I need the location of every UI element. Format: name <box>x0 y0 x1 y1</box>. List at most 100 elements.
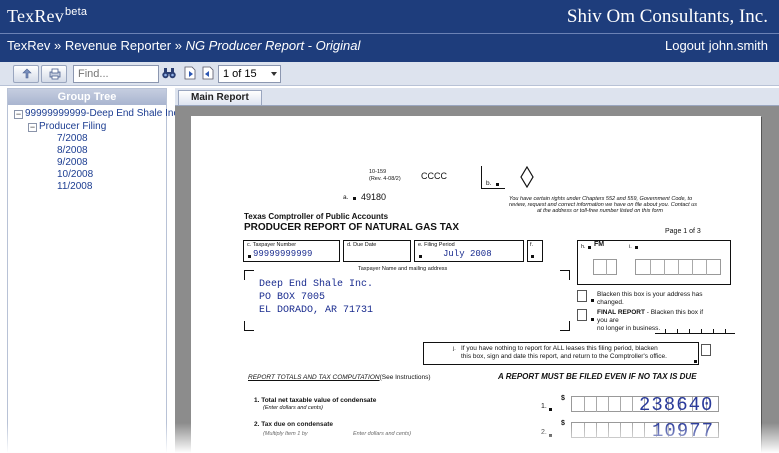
marker <box>549 408 552 411</box>
tree-root-node[interactable]: −99999999999-Deep End Shale Inc. <box>14 108 181 119</box>
chevron-down-icon <box>271 72 277 76</box>
must-file-notice: A REPORT MUST BE FILED EVEN IF NO TAX IS… <box>498 372 697 381</box>
marker <box>694 360 697 363</box>
binoculars-icon <box>162 68 176 79</box>
tick <box>713 329 714 333</box>
page-select[interactable]: 1 of 15 <box>218 65 281 83</box>
field-b-label: b. <box>486 180 492 187</box>
tick <box>665 329 666 333</box>
tree-period-item[interactable]: 7/2008 <box>57 133 88 144</box>
tree-child-label[interactable]: Producer Filing <box>39 121 106 132</box>
tree-period-item[interactable]: 10/2008 <box>57 169 93 180</box>
line-2-number: 2. <box>541 429 547 436</box>
final-report-text-1: - Blacken this box if <box>644 309 704 316</box>
line-1-value: 238640 <box>639 394 714 416</box>
find-button[interactable] <box>161 65 179 83</box>
form-number: 10-159 <box>369 169 387 175</box>
header-bar: TexRevbeta Shiv Om Consultants, Inc. Tex… <box>0 0 779 62</box>
address-line-2: EL DORADO, AR 71731 <box>259 305 374 316</box>
corner-mark <box>244 321 245 331</box>
report-viewer: 10-159 (Rev. 4-08/2) CCCC a. 49180 b. Yo… <box>175 105 779 453</box>
corner-mark <box>244 270 254 271</box>
section-heading-text: REPORT TOTALS AND TAX COMPUTATION <box>248 374 380 381</box>
diamond-icon <box>520 166 534 188</box>
line-2-label: 2. Tax due on condensate <box>254 421 333 428</box>
collapse-icon[interactable]: − <box>14 110 23 119</box>
tick <box>725 329 726 333</box>
agency-name: Texas Comptroller of Public Accounts <box>244 212 389 221</box>
field-i-digit-cells <box>635 259 721 275</box>
page-select-value: 1 of 15 <box>223 68 257 80</box>
tree-root-label[interactable]: 99999999999-Deep End Shale Inc. <box>25 108 181 119</box>
filing-period-label: e. Filing Period <box>418 242 455 248</box>
collapse-icon[interactable]: − <box>28 123 37 132</box>
form-revision: (Rev. 4-08/2) <box>369 176 401 182</box>
address-changed-checkbox[interactable] <box>577 290 587 302</box>
company-name: Shiv Om Consultants, Inc. <box>566 6 768 27</box>
line-2-sub-b: Enter dollars and cents) <box>353 431 412 437</box>
marker <box>635 246 638 249</box>
corner-mark <box>244 330 254 331</box>
line-1-number: 1. <box>541 403 547 410</box>
due-date-label: d. Due Date <box>347 242 377 248</box>
group-tree-title: Group Tree <box>8 89 166 105</box>
field-h-label: h. <box>581 244 586 250</box>
first-page-button[interactable] <box>182 65 200 83</box>
fm-digit-cells <box>593 259 617 275</box>
next-page-button[interactable] <box>200 65 218 83</box>
report-page: 10-159 (Rev. 4-08/2) CCCC a. 49180 b. Yo… <box>191 116 761 453</box>
field-a-label: a. <box>343 194 349 201</box>
marker <box>419 255 422 258</box>
breadcrumb-revenue-reporter[interactable]: Revenue Reporter <box>65 38 171 53</box>
fm-label: FM <box>594 241 605 248</box>
taxpayer-number-label: c. Taxpayer Number <box>247 242 297 248</box>
filing-period-value: July 2008 <box>443 249 492 259</box>
line-1-sub: (Enter dollars and cents) <box>263 405 323 411</box>
user-box: Logout john.smith <box>661 38 768 53</box>
field-i-label: i. <box>629 244 632 250</box>
logout-link[interactable]: Logout <box>665 38 705 53</box>
rights-line-3: at the address or toll-free number liste… <box>537 208 663 214</box>
first-page-icon <box>184 66 196 80</box>
app-logo: TexRevbeta <box>7 6 87 27</box>
page-of: Page 1 of 3 <box>665 228 701 235</box>
nothing-to-report-text-1: If you have nothing to report for ALL le… <box>461 345 658 352</box>
field-b-bracket <box>481 166 482 188</box>
export-icon <box>22 68 32 79</box>
marker <box>531 255 534 258</box>
section-heading: REPORT TOTALS AND TAX COMPUTATION(See In… <box>248 374 431 381</box>
corner-mark <box>569 321 570 331</box>
nothing-to-report-text-2: this box, sign and date this report, and… <box>461 353 667 360</box>
report-toolbar: 1 of 15 <box>0 62 779 86</box>
nothing-to-report-checkbox[interactable] <box>701 344 711 356</box>
tree-period-item[interactable]: 8/2008 <box>57 145 88 156</box>
find-input[interactable] <box>73 65 159 83</box>
breadcrumb-separator: » <box>174 38 182 53</box>
tree-child-node[interactable]: − Producer Filing <box>28 121 106 132</box>
app-beta-label: beta <box>64 6 88 18</box>
final-report-label: FINAL REPORT <box>597 309 645 316</box>
marker <box>248 255 251 258</box>
username: john.smith <box>708 38 768 53</box>
marker <box>496 183 499 186</box>
breadcrumb-texrev[interactable]: TexRev <box>7 38 50 53</box>
breadcrumb: TexRev » Revenue Reporter » NG Producer … <box>7 38 360 53</box>
final-report-text-3: no longer in business. <box>597 325 661 332</box>
corner-mark <box>244 270 245 280</box>
taxpayer-name: Deep End Shale Inc. <box>259 279 374 290</box>
tree-period-item[interactable]: 11/2008 <box>57 181 92 192</box>
date-line <box>655 333 735 334</box>
print-button[interactable] <box>41 65 67 83</box>
next-page-icon <box>202 66 214 80</box>
address-changed-text-1: Blacken this box is your address has <box>597 291 703 298</box>
marker <box>353 197 356 200</box>
app-window: TexRevbeta Shiv Om Consultants, Inc. Tex… <box>0 0 779 453</box>
final-report-checkbox[interactable] <box>577 309 587 321</box>
field-a-value: 49180 <box>361 192 387 202</box>
tab-main-report[interactable]: Main Report <box>178 90 262 105</box>
tree-period-item[interactable]: 9/2008 <box>57 157 88 168</box>
export-button[interactable] <box>13 65 39 83</box>
line-2-sub-a: (Multiply Item 1 by <box>263 431 308 437</box>
line-1-dollar: $ <box>561 395 565 402</box>
report-title: PRODUCER REPORT OF NATURAL GAS TAX <box>244 222 460 233</box>
